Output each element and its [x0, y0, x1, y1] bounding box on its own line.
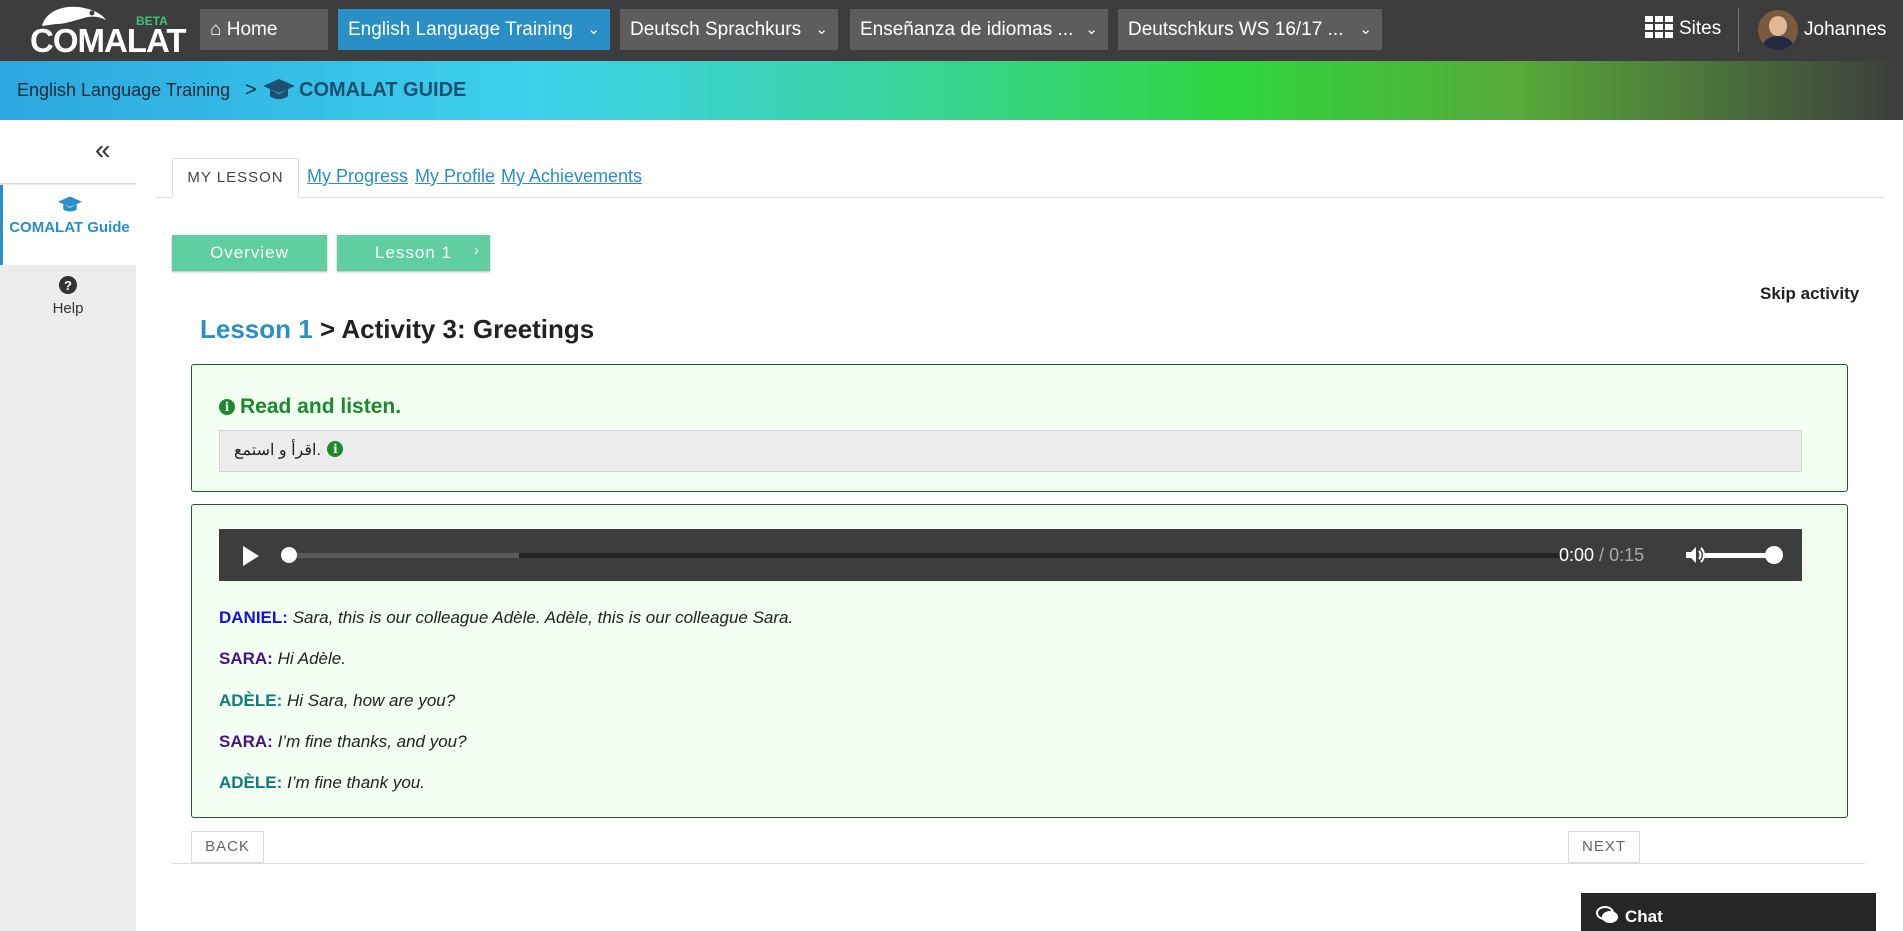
chevron-down-icon[interactable]: ⌄ — [815, 9, 828, 50]
graduation-cap-icon — [57, 196, 82, 212]
instruction-title: i Read and listen. — [219, 395, 401, 419]
chevron-down-icon[interactable]: ⌄ — [587, 9, 600, 50]
home-icon: ⌂ — [210, 19, 222, 40]
speaker-name: ADÈLE: — [219, 691, 283, 710]
audio-seek-bar[interactable] — [289, 553, 1566, 558]
tab-my-progress[interactable]: My Progress — [307, 166, 408, 187]
nav-tab-home[interactable]: ⌂ Home — [200, 9, 328, 50]
volume-handle[interactable] — [1765, 546, 1783, 564]
chat-button[interactable]: Chat — [1581, 893, 1876, 931]
sidebar: « COMALAT Guide ? Help — [0, 120, 136, 931]
dialogue-line: ADÈLE: I’m fine thank you. — [219, 773, 425, 793]
time-separator: / — [1594, 545, 1610, 565]
dialogue-line: SARA: I’m fine thanks, and you? — [219, 732, 467, 752]
user-name: Johannes — [1804, 19, 1887, 40]
chevron-down-icon[interactable]: ⌄ — [1359, 9, 1372, 50]
sites-label: Sites — [1679, 18, 1722, 39]
tab-my-lesson[interactable]: MY LESSON — [172, 158, 299, 198]
chat-bubbles-icon — [1596, 906, 1618, 923]
title-separator: > — [319, 314, 336, 344]
speaker-name: DANIEL: — [219, 608, 288, 627]
audio-buffered-bar — [289, 553, 519, 558]
chevron-down-icon[interactable]: ⌄ — [1085, 9, 1098, 50]
nav-tab-deutschkurs-ws[interactable]: Deutschkurs WS 16/17 ... ⌄ — [1118, 9, 1382, 50]
translation-text: اقرأ و استمع. — [234, 442, 321, 459]
chat-label: Chat — [1625, 907, 1663, 926]
tab-my-profile[interactable]: My Profile — [415, 166, 495, 187]
tab-my-achievements[interactable]: My Achievements — [501, 166, 642, 187]
speaker-name: SARA: — [219, 649, 273, 668]
tabs-divider — [155, 197, 1885, 198]
overview-button[interactable]: Overview — [172, 235, 327, 271]
skip-activity-link[interactable]: Skip activity — [1760, 284, 1859, 304]
nav-tab-label: Deutsch Sprachkurs — [630, 19, 802, 40]
sidebar-item-comalat-guide[interactable]: COMALAT Guide — [0, 185, 136, 265]
info-icon: i — [327, 441, 344, 457]
graduation-cap-icon — [263, 79, 295, 99]
nav-tab-ensenanza-de-idiomas[interactable]: Enseñanza de idiomas ... ⌄ — [850, 9, 1108, 50]
current-time: 0:00 — [1559, 545, 1595, 565]
dialogue-line: DANIEL: Sara, this is our colleague Adèl… — [219, 608, 793, 628]
instruction-translation: اقرأ و استمع. i — [219, 430, 1802, 472]
dialogue-line: SARA: Hi Adèle. — [219, 649, 346, 669]
chevron-right-icon: › — [474, 242, 480, 259]
double-chevron-left-icon: « — [95, 134, 111, 165]
duration: 0:15 — [1609, 545, 1645, 565]
user-menu[interactable]: Johannes — [1758, 8, 1886, 52]
breadcrumb-separator: > — [245, 79, 257, 101]
speaker-name: ADÈLE: — [219, 773, 283, 792]
avatar — [1758, 9, 1798, 50]
beta-badge: BETA — [136, 14, 168, 28]
info-icon: i — [219, 399, 235, 415]
divider — [172, 863, 1865, 864]
lesson-button-label: Lesson 1 — [375, 243, 452, 262]
nav-tab-label: English Language Training — [348, 19, 574, 40]
dialogue-text: Hi Adèle. — [277, 649, 346, 668]
audio-time: 0:00 / 0:15 — [1559, 545, 1644, 566]
nav-tab-deutsch-sprachkurs[interactable]: Deutsch Sprachkurs ⌄ — [620, 9, 838, 50]
breadcrumb: English Language Training > COMALAT GUID… — [0, 61, 1903, 120]
top-navbar: COMALAT BETA ⌂ Home English Language Tra… — [0, 0, 1903, 61]
instruction-text: Read and listen. — [240, 395, 402, 418]
dialogue-text: Hi Sara, how are you? — [287, 691, 456, 710]
audio-player: 0:00 / 0:15 — [219, 529, 1802, 581]
activity-title: Activity 3: Greetings — [341, 314, 595, 344]
dialogue-line: ADÈLE: Hi Sara, how are you? — [219, 691, 455, 711]
grid-icon — [1645, 16, 1673, 38]
svg-text:?: ? — [64, 278, 72, 293]
breadcrumb-site-link[interactable]: English Language Training — [17, 80, 230, 101]
nav-tab-english-language-training[interactable]: English Language Training ⌄ — [338, 9, 610, 50]
back-button[interactable]: BACK — [191, 831, 264, 863]
speaker-name: SARA: — [219, 732, 273, 751]
nav-tab-label: Enseñanza de idiomas ... — [860, 19, 1074, 40]
dialogue-panel: 0:00 / 0:15 DANIEL: Sara, this is our co… — [191, 504, 1848, 818]
question-circle-icon: ? — [59, 276, 77, 294]
sidebar-item-help[interactable]: ? Help — [0, 275, 136, 335]
next-button[interactable]: NEXT — [1568, 831, 1640, 863]
page-title: Lesson 1 > Activity 3: Greetings — [200, 314, 594, 345]
volume-icon[interactable] — [1684, 544, 1706, 566]
lesson-link[interactable]: Lesson 1 — [200, 314, 313, 344]
dialogue-text: Sara, this is our colleague Adèle. Adèle… — [292, 608, 794, 627]
sidebar-item-label: COMALAT Guide — [9, 219, 130, 236]
divider — [1738, 8, 1739, 52]
breadcrumb-current-tool: COMALAT GUIDE — [299, 79, 467, 101]
sidebar-item-label: Help — [52, 300, 84, 317]
lesson-1-button[interactable]: Lesson 1 › — [337, 235, 490, 271]
nav-tab-label: Home — [226, 19, 278, 40]
comalat-logo[interactable]: COMALAT BETA — [28, 2, 187, 59]
sidebar-collapse-button[interactable]: « — [0, 120, 136, 184]
instruction-panel: i Read and listen. اقرأ و استمع. i — [191, 364, 1848, 492]
dialogue-text: I’m fine thanks, and you? — [277, 732, 467, 751]
sites-menu[interactable]: Sites — [1645, 14, 1721, 44]
play-icon[interactable] — [243, 546, 259, 566]
dialogue-text: I’m fine thank you. — [287, 773, 425, 792]
nav-tab-label: Deutschkurs WS 16/17 ... — [1128, 19, 1344, 40]
audio-seek-handle[interactable] — [281, 547, 297, 563]
